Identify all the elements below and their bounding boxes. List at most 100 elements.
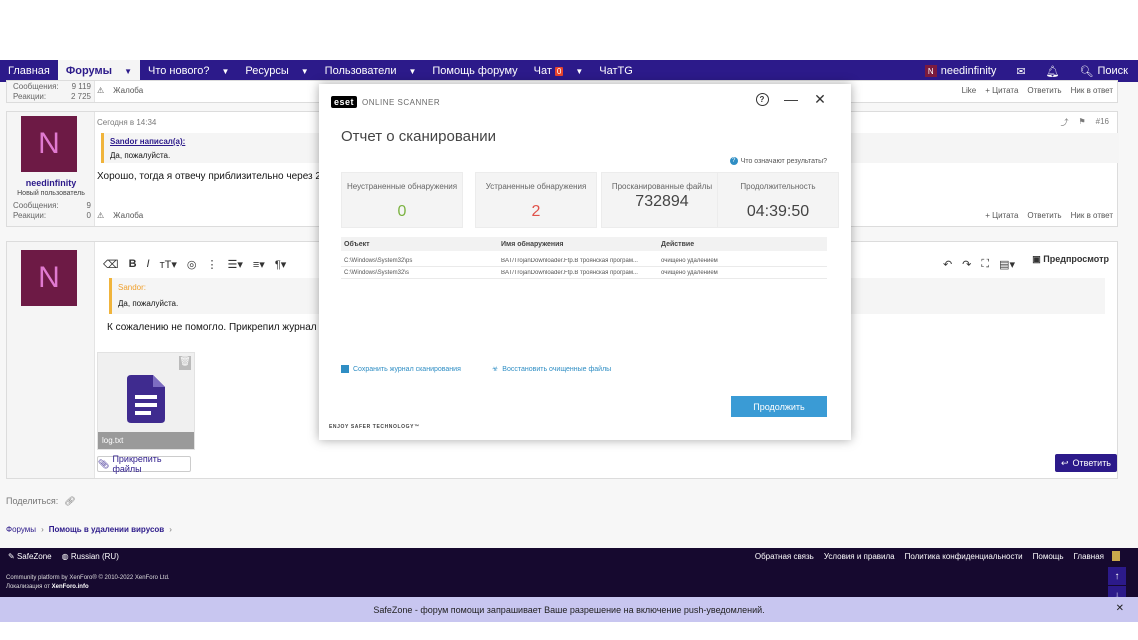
stat-label: Сообщения: — [13, 82, 59, 91]
editor-text[interactable]: К сожалению не помогло. Прикрепил журнал… — [107, 322, 340, 333]
nav-resources[interactable]: Ресурсы ▼ — [237, 60, 316, 82]
breadcrumb-virus-help[interactable]: Помощь в удалении вирусов — [49, 525, 164, 534]
minimize-icon[interactable]: — — [782, 90, 800, 108]
chevron-right-icon: › — [169, 525, 172, 534]
footer-link-home[interactable]: Главная — [1074, 552, 1104, 561]
text-size-icon[interactable]: тT▾ — [160, 258, 177, 271]
footer-link-help[interactable]: Помощь — [1033, 552, 1064, 561]
language-chooser[interactable]: ◍ Russian (RU) — [62, 552, 119, 561]
card-value: 0 — [397, 203, 407, 220]
footer-link-terms[interactable]: Условия и правила — [824, 552, 895, 561]
mention-button[interactable]: Ник в ответ — [1071, 211, 1113, 220]
stat-label: Реакции: — [13, 211, 47, 220]
undo-icon[interactable]: ↶ — [943, 258, 952, 271]
breadcrumb-forums[interactable]: Форумы — [6, 525, 36, 534]
restore-files-link[interactable]: ☣ Восстановить очищенные файлы — [492, 365, 611, 374]
nav-help-forum[interactable]: Помощь форуму — [424, 60, 525, 82]
mention-button[interactable]: Ник в ответ — [1071, 86, 1113, 95]
avatar[interactable]: N — [21, 116, 77, 172]
report-link[interactable]: ⚠ Жалоба — [97, 86, 143, 95]
quote-author[interactable]: Sandor написал(а): — [110, 137, 185, 146]
nav-forums[interactable]: Форумы ▼ — [57, 60, 140, 82]
post-username[interactable]: needinfinity — [7, 178, 95, 188]
nav-chat[interactable]: Чат 0 ▼ — [526, 60, 592, 82]
push-notice[interactable]: SafeZone - форум помощи запрашивает Ваше… — [0, 597, 1138, 622]
eset-product-name: ONLINE SCANNER — [362, 97, 441, 107]
preview-button[interactable]: ▣ Предпросмотр — [1032, 254, 1109, 265]
results-help-link[interactable]: ? Что означают результаты? — [729, 157, 827, 165]
card-value: 04:39:50 — [746, 203, 810, 220]
chevron-down-icon[interactable]: ▼ — [301, 67, 309, 76]
table-row[interactable]: C:\Windows\System32\s BAT/TrojanDownload… — [341, 267, 827, 279]
card-scanned-files: Просканированные файлы 732894 — [601, 172, 723, 228]
rss-icon[interactable] — [1112, 551, 1120, 561]
card-unresolved: Неустраненные обнаружения 0 — [341, 172, 463, 228]
footer-link-feedback[interactable]: Обратная связь — [755, 552, 814, 561]
close-icon[interactable]: ✕ — [1116, 603, 1124, 614]
bell-icon[interactable]: 🔔︎ — [1036, 60, 1070, 82]
attach-files-button[interactable]: 📎︎ Прикрепить файлы — [97, 454, 191, 474]
warning-icon: ⚠ — [97, 86, 105, 95]
close-icon[interactable]: ✕ — [811, 90, 829, 108]
table-row[interactable]: C:\Windows\System32\ps BAT/TrojanDownloa… — [341, 255, 827, 267]
user-stat-reactions: Реакции: 0 — [13, 211, 91, 220]
palette-icon[interactable]: ◎ — [187, 258, 197, 271]
style-chooser[interactable]: ✎ SafeZone — [8, 552, 52, 561]
chevron-down-icon[interactable]: ▼ — [221, 67, 229, 76]
like-button[interactable]: Like — [962, 86, 977, 95]
quote-button[interactable]: + Цитата — [985, 86, 1018, 95]
nav-home[interactable]: Главная — [0, 60, 58, 82]
chevron-down-icon[interactable]: ▼ — [124, 67, 132, 76]
avatar[interactable]: N — [21, 250, 77, 306]
italic-icon[interactable]: I — [147, 258, 150, 270]
save-log-link[interactable]: Сохранить журнал сканирования — [341, 365, 461, 373]
nav-help-forum-label: Помощь форуму — [432, 65, 518, 77]
card-value: 2 — [531, 203, 541, 220]
more-icon[interactable]: ⋮ — [206, 258, 217, 271]
nav-users[interactable]: Пользователи ▼ — [317, 60, 425, 82]
eset-brand: eset — [331, 96, 358, 108]
localization-link[interactable]: XenForo.info — [52, 584, 89, 590]
redo-icon[interactable]: ↷ — [962, 258, 971, 271]
chevron-down-icon[interactable]: ▼ — [408, 67, 416, 76]
paragraph-icon[interactable]: ¶▾ — [275, 258, 286, 271]
nav-chattg[interactable]: ЧатTG — [591, 60, 641, 82]
list-icon[interactable]: ☰▾ — [227, 258, 242, 271]
chat-badge: 0 — [554, 66, 564, 76]
inbox-icon[interactable]: ✉ — [1006, 60, 1035, 82]
eraser-icon[interactable]: ⌫ — [103, 258, 119, 271]
link-icon[interactable]: 🔗︎ — [64, 496, 75, 507]
nav-search[interactable]: 🔍︎ Поиск — [1070, 60, 1138, 82]
chevron-down-icon[interactable]: ▼ — [575, 67, 583, 76]
report-link[interactable]: ⚠ Жалоба — [97, 211, 143, 220]
quote-author: Sandor: — [118, 283, 147, 292]
language-label: Russian (RU) — [70, 552, 119, 561]
attachment-filename: log.txt — [98, 432, 194, 449]
nav-account[interactable]: Nneedinfinity — [915, 60, 1007, 82]
scroll-top-button[interactable]: ↑ — [1108, 567, 1126, 585]
help-icon[interactable]: ? — [753, 90, 771, 108]
warning-icon: ⚠ — [97, 211, 105, 220]
bold-icon[interactable]: B — [129, 258, 137, 270]
save-log-label: Сохранить журнал сканирования — [353, 365, 461, 373]
align-icon[interactable]: ≡▾ — [253, 258, 265, 271]
fullscreen-icon[interactable]: ⛶ — [981, 258, 989, 271]
footer-copyright: Community platform by XenForo® © 2010-20… — [6, 575, 170, 581]
delete-icon[interactable]: 🗑︎ — [179, 356, 191, 370]
share-icon[interactable]: ⤴ — [1060, 117, 1068, 128]
continue-button[interactable]: Продолжить — [731, 396, 827, 417]
post-time[interactable]: Сегодня в 14:34 — [97, 118, 156, 127]
post-number[interactable]: #16 — [1096, 117, 1109, 128]
quote-button[interactable]: + Цитата — [985, 211, 1018, 220]
drafts-icon[interactable]: ▤▾ — [999, 258, 1015, 271]
footer-link-privacy[interactable]: Политика конфиденциальности — [905, 552, 1023, 561]
stat-label: Сообщения: — [13, 201, 59, 210]
reply-button[interactable]: Ответить — [1027, 211, 1061, 220]
eset-tagline: ENJOY SAFER TECHNOLOGY™ — [329, 424, 420, 430]
nav-whats-new[interactable]: Что нового? ▼ — [140, 60, 237, 82]
attachment-thumbnail[interactable]: 🗑︎ log.txt — [97, 352, 195, 450]
reply-button[interactable]: Ответить — [1027, 86, 1061, 95]
footer-left: ✎ SafeZone ◍ Russian (RU) — [8, 552, 119, 561]
bookmark-icon[interactable]: ⚑ — [1078, 117, 1085, 128]
post-reply-button[interactable]: ↩ Ответить — [1055, 454, 1117, 472]
